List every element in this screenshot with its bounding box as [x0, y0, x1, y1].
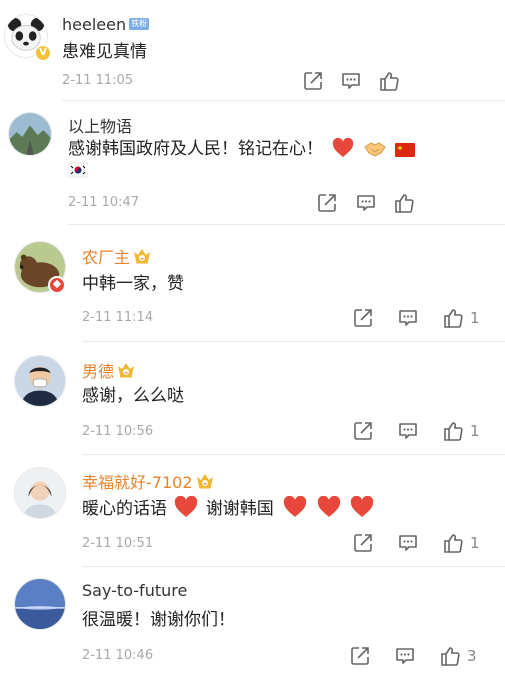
heart-emoji-icon — [283, 496, 307, 525]
heart-emoji-icon — [350, 496, 374, 525]
comment-text: 暖心的话语 谢谢韩国 — [82, 496, 374, 525]
crown-badge-icon — [195, 472, 215, 490]
heart-emoji-icon — [317, 496, 341, 525]
timestamp: 2-11 10:46 — [82, 648, 154, 663]
comment-text: 很温暖！谢谢你们！ — [82, 610, 235, 630]
like-count: 1 — [470, 534, 480, 552]
username-text[interactable]: heeleen — [62, 15, 126, 34]
username[interactable]: Say-to-future — [82, 581, 187, 600]
username[interactable]: heeleen 铁粉 — [62, 15, 150, 34]
red-badge-icon — [48, 276, 66, 294]
share-icon[interactable] — [352, 307, 374, 329]
like-count: 1 — [470, 422, 480, 440]
timestamp: 2-11 11:14 — [82, 310, 154, 325]
comment-text-part: 暖心的话语 — [82, 499, 167, 519]
username[interactable]: 农厂主 — [82, 244, 152, 268]
comment-icon[interactable] — [397, 532, 419, 554]
timestamp: 2-11 11:05 — [62, 73, 134, 88]
heart-emoji-icon — [332, 138, 354, 165]
share-icon[interactable] — [352, 420, 374, 442]
timestamp: 2-11 10:47 — [68, 195, 140, 210]
divider — [82, 454, 505, 455]
share-icon[interactable] — [316, 192, 338, 214]
comment-text-body: 感谢韩国政府及人民！铭记在心！ — [68, 139, 323, 159]
like-count: 1 — [470, 309, 480, 327]
china-flag-emoji-icon — [395, 141, 416, 165]
share-icon[interactable] — [349, 645, 371, 667]
like-icon[interactable] — [378, 70, 400, 92]
fan-badge: 铁粉 — [129, 18, 150, 30]
share-icon[interactable] — [302, 70, 324, 92]
divider — [82, 341, 505, 342]
like-icon[interactable] — [393, 192, 415, 214]
like-icon[interactable] — [439, 645, 461, 667]
username-text[interactable]: 幸福就好-7102 — [82, 473, 193, 492]
comment-text-part: 谢谢韩国 — [205, 499, 274, 519]
heart-emoji-icon — [174, 496, 198, 525]
username[interactable]: 男德 — [82, 358, 136, 382]
comment-text: 感谢韩国政府及人民！铭记在心！ — [68, 137, 416, 165]
comment-icon[interactable] — [397, 420, 419, 442]
avatar[interactable] — [14, 578, 66, 630]
username-text[interactable]: 男德 — [82, 362, 114, 381]
crown-badge-icon — [116, 361, 136, 379]
share-icon[interactable] — [352, 532, 374, 554]
username-text[interactable]: 农厂主 — [82, 248, 130, 267]
crown-badge-icon — [132, 247, 152, 265]
like-icon[interactable] — [442, 307, 464, 329]
comment-icon[interactable] — [397, 307, 419, 329]
like-icon[interactable] — [442, 532, 464, 554]
avatar[interactable] — [14, 355, 66, 407]
like-icon[interactable] — [442, 420, 464, 442]
comment-icon[interactable] — [394, 645, 416, 667]
comment-text: 感谢，么么哒 — [82, 386, 184, 406]
username[interactable]: 以上物语 — [68, 113, 132, 137]
comment-text: 患难见真情 — [62, 42, 147, 62]
avatar[interactable] — [14, 467, 66, 519]
divider — [68, 224, 505, 225]
korea-flag-emoji-icon — [67, 161, 89, 185]
handshake-emoji-icon — [364, 138, 386, 165]
comment-text: 中韩一家，赞 — [82, 274, 184, 294]
avatar[interactable] — [8, 112, 52, 156]
divider — [82, 566, 505, 567]
comment-icon[interactable] — [355, 192, 377, 214]
like-count: 3 — [467, 647, 477, 665]
username[interactable]: 幸福就好-7102 — [82, 469, 215, 493]
timestamp: 2-11 10:51 — [82, 536, 154, 551]
verified-badge-icon: V — [34, 44, 52, 62]
divider — [62, 100, 505, 101]
timestamp: 2-11 10:56 — [82, 424, 154, 439]
comment-icon[interactable] — [340, 70, 362, 92]
